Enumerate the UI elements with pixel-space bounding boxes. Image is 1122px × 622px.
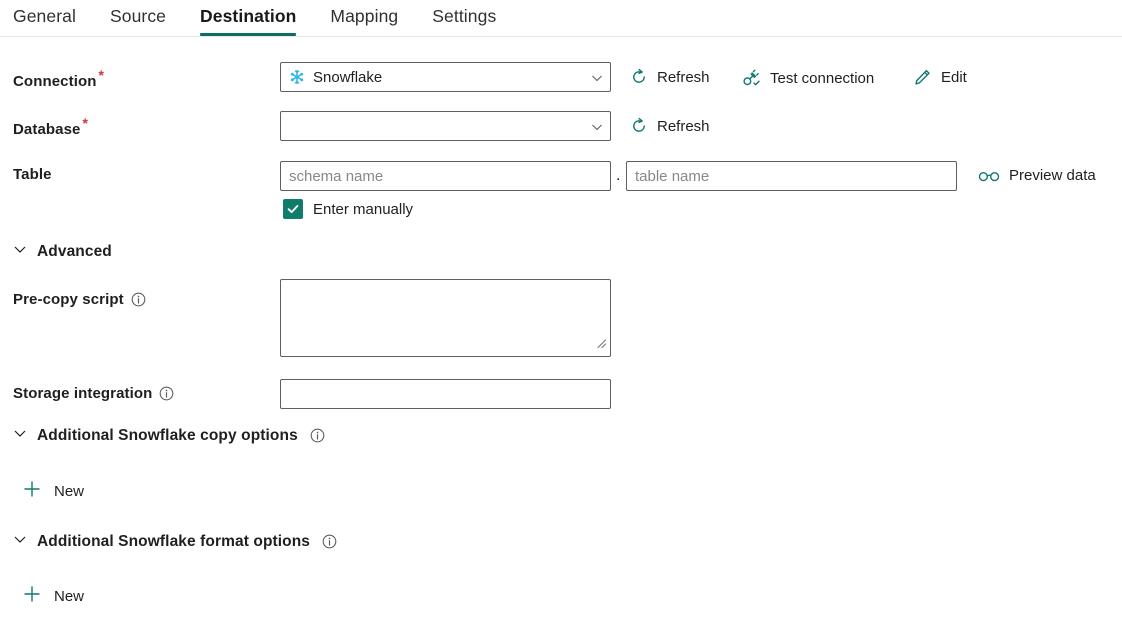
copy-options-new-label: New bbox=[54, 483, 85, 500]
tab-mapping-label: Mapping bbox=[330, 6, 399, 26]
test-connection-button[interactable]: Test connection bbox=[741, 68, 874, 88]
info-icon[interactable] bbox=[310, 428, 325, 443]
chevron-down-icon bbox=[591, 71, 603, 83]
connection-value: Snowflake bbox=[313, 68, 383, 86]
tab-destination[interactable]: Destination bbox=[200, 0, 297, 36]
chevron-down-icon bbox=[13, 242, 27, 261]
database-refresh-button[interactable]: Refresh bbox=[630, 117, 710, 135]
tab-destination-label: Destination bbox=[200, 6, 297, 26]
connection-refresh-label: Refresh bbox=[657, 68, 710, 86]
copy-options-new-button[interactable]: New bbox=[22, 479, 84, 504]
chevron-down-icon bbox=[591, 120, 603, 132]
connection-dropdown[interactable]: Snowflake bbox=[280, 62, 611, 92]
database-dropdown[interactable] bbox=[280, 111, 611, 141]
plug-check-icon bbox=[741, 68, 761, 88]
schema-table-separator: . bbox=[616, 167, 621, 184]
plus-icon bbox=[22, 584, 42, 609]
plus-icon bbox=[22, 479, 42, 504]
format-options-new-button[interactable]: New bbox=[22, 584, 84, 609]
tab-general[interactable]: General bbox=[13, 0, 76, 36]
snowflake-icon bbox=[289, 69, 305, 85]
pre-copy-script-textarea[interactable] bbox=[280, 279, 611, 357]
schema-name-input[interactable]: schema name bbox=[280, 161, 611, 191]
edit-connection-button[interactable]: Edit bbox=[913, 68, 967, 87]
connection-label: Connection * bbox=[13, 67, 105, 90]
database-required-asterisk: * bbox=[82, 115, 89, 131]
advanced-section-header[interactable]: Advanced bbox=[13, 242, 112, 261]
chevron-down-icon bbox=[13, 532, 27, 551]
destination-tab-panel: General Source Destination Mapping Setti… bbox=[0, 0, 1122, 622]
info-icon[interactable] bbox=[131, 292, 146, 307]
copy-options-section-header[interactable]: Additional Snowflake copy options bbox=[13, 426, 325, 445]
preview-data-label: Preview data bbox=[1009, 167, 1096, 184]
info-icon[interactable] bbox=[159, 386, 174, 401]
pencil-icon bbox=[913, 68, 932, 87]
storage-integration-input[interactable] bbox=[280, 379, 611, 409]
table-label: Table bbox=[13, 166, 52, 183]
enter-manually-checkbox[interactable]: Enter manually bbox=[283, 199, 413, 219]
pre-copy-script-label: Pre-copy script bbox=[13, 291, 146, 308]
copy-options-section-label: Additional Snowflake copy options bbox=[37, 426, 298, 444]
info-icon[interactable] bbox=[322, 534, 337, 549]
resize-grip-icon[interactable] bbox=[595, 336, 607, 354]
format-options-section-label: Additional Snowflake format options bbox=[37, 532, 311, 550]
tab-list: General Source Destination Mapping Setti… bbox=[0, 0, 1122, 36]
storage-integration-label: Storage integration bbox=[13, 385, 174, 402]
database-label: Database * bbox=[13, 115, 89, 138]
table-name-placeholder: table name bbox=[635, 167, 710, 185]
connection-required-asterisk: * bbox=[98, 67, 105, 83]
tab-source-label: Source bbox=[109, 6, 167, 26]
glasses-icon bbox=[978, 169, 1000, 183]
refresh-icon bbox=[630, 117, 648, 135]
tab-settings-label: Settings bbox=[432, 6, 497, 26]
chevron-down-icon bbox=[13, 426, 27, 445]
format-options-section-header[interactable]: Additional Snowflake format options bbox=[13, 532, 337, 551]
refresh-icon bbox=[630, 68, 648, 86]
edit-connection-label: Edit bbox=[941, 69, 967, 86]
checkmark-icon bbox=[283, 199, 303, 219]
test-connection-label: Test connection bbox=[770, 69, 875, 87]
table-name-input[interactable]: table name bbox=[626, 161, 957, 191]
tab-source[interactable]: Source bbox=[110, 0, 166, 36]
tab-strip: General Source Destination Mapping Setti… bbox=[0, 0, 1122, 37]
tab-mapping[interactable]: Mapping bbox=[330, 0, 398, 36]
tab-general-label: General bbox=[13, 6, 76, 26]
schema-name-placeholder: schema name bbox=[289, 167, 384, 185]
connection-refresh-button[interactable]: Refresh bbox=[630, 68, 710, 86]
advanced-section-label: Advanced bbox=[37, 242, 112, 260]
database-refresh-label: Refresh bbox=[657, 117, 710, 135]
preview-data-button[interactable]: Preview data bbox=[978, 167, 1096, 184]
tab-settings[interactable]: Settings bbox=[432, 0, 496, 36]
enter-manually-label: Enter manually bbox=[313, 200, 414, 218]
format-options-new-label: New bbox=[54, 588, 85, 605]
